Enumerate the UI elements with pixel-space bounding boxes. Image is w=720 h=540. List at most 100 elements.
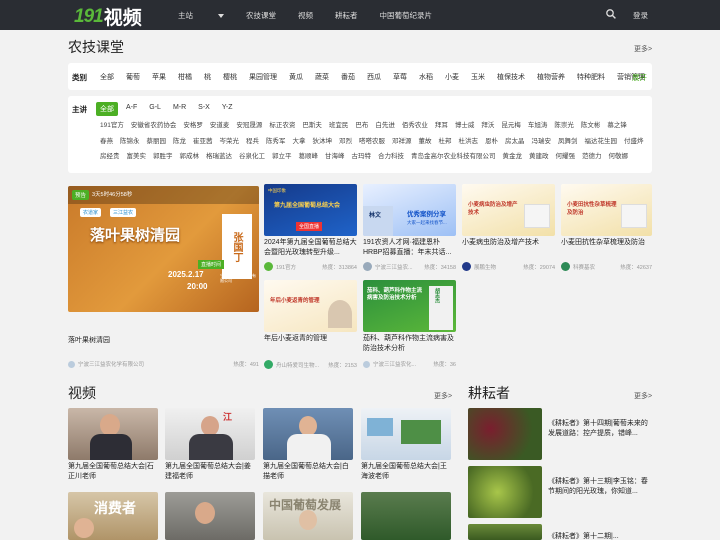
speaker-item[interactable]: 巴斯夫 <box>302 118 322 134</box>
gengyun-thumb[interactable] <box>468 466 542 518</box>
speaker-item[interactable]: 191官方 <box>100 118 124 134</box>
speaker-item[interactable]: 佰秀农业 <box>402 118 428 134</box>
video-more-link[interactable]: 更多> <box>434 391 452 401</box>
speaker-item[interactable]: 陈文彬 <box>581 118 601 134</box>
speaker-item[interactable]: 昆元梅 <box>501 118 521 134</box>
category-chip[interactable]: 全部 <box>96 70 118 84</box>
course-card-title[interactable]: 年后小麦返青的管理 <box>264 334 357 344</box>
speaker-item[interactable]: 拜耳 <box>435 118 448 134</box>
speaker-item[interactable]: 郭立平 <box>272 149 292 165</box>
nav-video[interactable]: 视频 <box>298 10 313 21</box>
login-link[interactable]: 登录 <box>633 10 648 21</box>
nav-main-site[interactable]: 主站 <box>178 10 224 21</box>
category-chip[interactable]: 葡萄 <box>122 70 144 84</box>
nav-course[interactable]: 农技课堂 <box>246 10 276 21</box>
speaker-item[interactable]: 白先进 <box>375 118 395 134</box>
speaker-item[interactable]: 房太晶 <box>505 134 525 150</box>
letter-chip[interactable]: S-X <box>194 102 214 116</box>
video-thumb[interactable]: 消费者 <box>68 492 158 540</box>
expand-categories-button[interactable]: 展开 <box>632 72 647 83</box>
speaker-item[interactable]: 邓烈 <box>339 134 352 150</box>
speaker-item[interactable]: 凤舞剑 <box>558 134 578 150</box>
speaker-item[interactable]: 安冠晟源 <box>236 118 262 134</box>
speaker-item[interactable]: 付盛烨 <box>624 134 644 150</box>
gengyun-title[interactable]: 《耕耘者》第十三期|李玉铭：春节期间的阳光玫瑰，你知道... <box>548 477 652 507</box>
speaker-item[interactable]: 博士威 <box>455 118 475 134</box>
category-chip[interactable]: 植物营养 <box>533 70 569 84</box>
category-chip[interactable]: 柑橘 <box>174 70 196 84</box>
category-chip[interactable]: 蔬菜 <box>311 70 333 84</box>
letter-chip[interactable]: Y-Z <box>218 102 237 116</box>
category-chip[interactable]: 草莓 <box>389 70 411 84</box>
speaker-item[interactable]: 杜邦 <box>439 134 452 150</box>
video-title[interactable]: 第九届全国葡萄总结大会|王海波老师 <box>361 462 451 482</box>
speaker-item[interactable]: 黄金龙 <box>503 149 523 165</box>
category-chip[interactable]: 苹果 <box>148 70 170 84</box>
speaker-item[interactable]: 谷泉化工 <box>239 149 265 165</box>
nav-documentary[interactable]: 中国葡萄纪录片 <box>380 10 433 21</box>
video-thumb[interactable]: 江 <box>165 408 255 460</box>
gengyun-title[interactable]: 《耕耘者》第十四期|葡萄未来的发展道路：控产提质，错峰... <box>548 419 652 449</box>
category-chip[interactable]: 西瓜 <box>363 70 385 84</box>
letter-chip[interactable]: M-R <box>169 102 190 116</box>
course-card-title[interactable]: 小麦田抗性杂草梳理及防治 <box>561 238 652 248</box>
speaker-item[interactable]: 安格罗 <box>183 118 203 134</box>
featured-poster[interactable]: 预告 3天5时46分58秒 农道家 三江益农 落叶果树清园 张国丁 直播时间 2… <box>68 186 259 312</box>
course-card-title[interactable]: 2024年第九届全国葡萄总结大会暨阳光玫瑰转型升级... <box>264 238 357 258</box>
letter-chip[interactable]: A-F <box>122 102 141 116</box>
speaker-item[interactable]: 标正农资 <box>269 118 295 134</box>
category-chip[interactable]: 桃 <box>200 70 215 84</box>
gengyun-title[interactable]: 《耕耘者》第十二期|... <box>548 532 652 540</box>
video-thumb[interactable] <box>68 408 158 460</box>
speaker-item[interactable]: 嗒嗒农服 <box>359 134 385 150</box>
course-more-link[interactable]: 更多> <box>634 44 652 54</box>
speaker-item[interactable]: 陈秀军 <box>266 134 286 150</box>
speaker-item[interactable]: 班宜民 <box>329 118 349 134</box>
course-card-title[interactable]: 茄科、葫芦科作物主流病害及防治技术分析 <box>363 334 456 354</box>
speaker-item[interactable]: 恩朴 <box>485 134 498 150</box>
speaker-item[interactable]: 董故 <box>419 134 432 150</box>
video-thumb[interactable] <box>263 408 353 460</box>
course-card-thumb[interactable]: 小麦病虫防治及增产技术 <box>462 184 555 236</box>
speaker-item[interactable]: 陈龙 <box>173 134 186 150</box>
speaker-item[interactable]: 安徽省农药协会 <box>131 118 177 134</box>
speaker-item[interactable]: 郭成林 <box>180 149 200 165</box>
course-card-title[interactable]: 191农资人才网·福建恩朴HRBP招募直播：年末共话... <box>363 238 456 258</box>
category-chip[interactable]: 植保技术 <box>493 70 529 84</box>
letter-chip[interactable]: G-L <box>145 102 165 116</box>
video-title[interactable]: 第九届全国葡萄总结大会|姜建福老师 <box>165 462 255 482</box>
speaker-item[interactable]: 安道麦 <box>210 118 230 134</box>
speaker-item[interactable]: 邓祥源 <box>392 134 412 150</box>
video-title[interactable]: 第九届全国葡萄总结大会|石正川老师 <box>68 462 158 482</box>
search-icon[interactable] <box>606 9 616 19</box>
nav-gengyun[interactable]: 耕耘者 <box>335 10 358 21</box>
category-chip[interactable]: 玉米 <box>467 70 489 84</box>
speaker-item[interactable]: 岑荣光 <box>220 134 240 150</box>
category-chip[interactable]: 小麦 <box>441 70 463 84</box>
speaker-item[interactable]: 青岛金高尔农业科技有限公司 <box>411 149 496 165</box>
speaker-item[interactable]: 葛顺峰 <box>299 149 319 165</box>
speaker-item[interactable]: 巴布 <box>355 118 368 134</box>
speaker-item[interactable]: 何耀强 <box>556 149 576 165</box>
featured-title[interactable]: 落叶果树清园 <box>68 336 259 346</box>
speaker-item[interactable]: 冯瑞安 <box>532 134 552 150</box>
speaker-item[interactable]: 古玛特 <box>352 149 372 165</box>
speaker-item[interactable]: 蔡丽园 <box>147 134 167 150</box>
gengyun-more-link[interactable]: 更多> <box>634 391 652 401</box>
speaker-item[interactable]: 大拿 <box>293 134 306 150</box>
letter-chip-all[interactable]: 全部 <box>96 102 118 116</box>
speaker-item[interactable]: 甘海峰 <box>325 149 345 165</box>
video-thumb[interactable] <box>165 492 255 540</box>
video-thumb[interactable] <box>361 492 451 540</box>
speaker-item[interactable]: 福达花生园 <box>585 134 618 150</box>
speaker-item[interactable]: 郭胜宇 <box>153 149 173 165</box>
speaker-item[interactable]: 陈锦永 <box>120 134 140 150</box>
category-chip[interactable]: 果园管理 <box>245 70 281 84</box>
course-card-thumb[interactable]: 年后小麦返青的管理 <box>264 280 357 332</box>
course-card-thumb[interactable]: 林文 优秀案例分享 大家一起来找春节... <box>363 184 456 236</box>
site-logo[interactable]: 191 视频 <box>74 3 142 30</box>
category-chip[interactable]: 番茄 <box>337 70 359 84</box>
speaker-item[interactable]: 慕之锋 <box>607 118 627 134</box>
speaker-item[interactable]: 格瑞蓝达 <box>206 149 232 165</box>
speaker-item[interactable]: 车旭涛 <box>528 118 548 134</box>
